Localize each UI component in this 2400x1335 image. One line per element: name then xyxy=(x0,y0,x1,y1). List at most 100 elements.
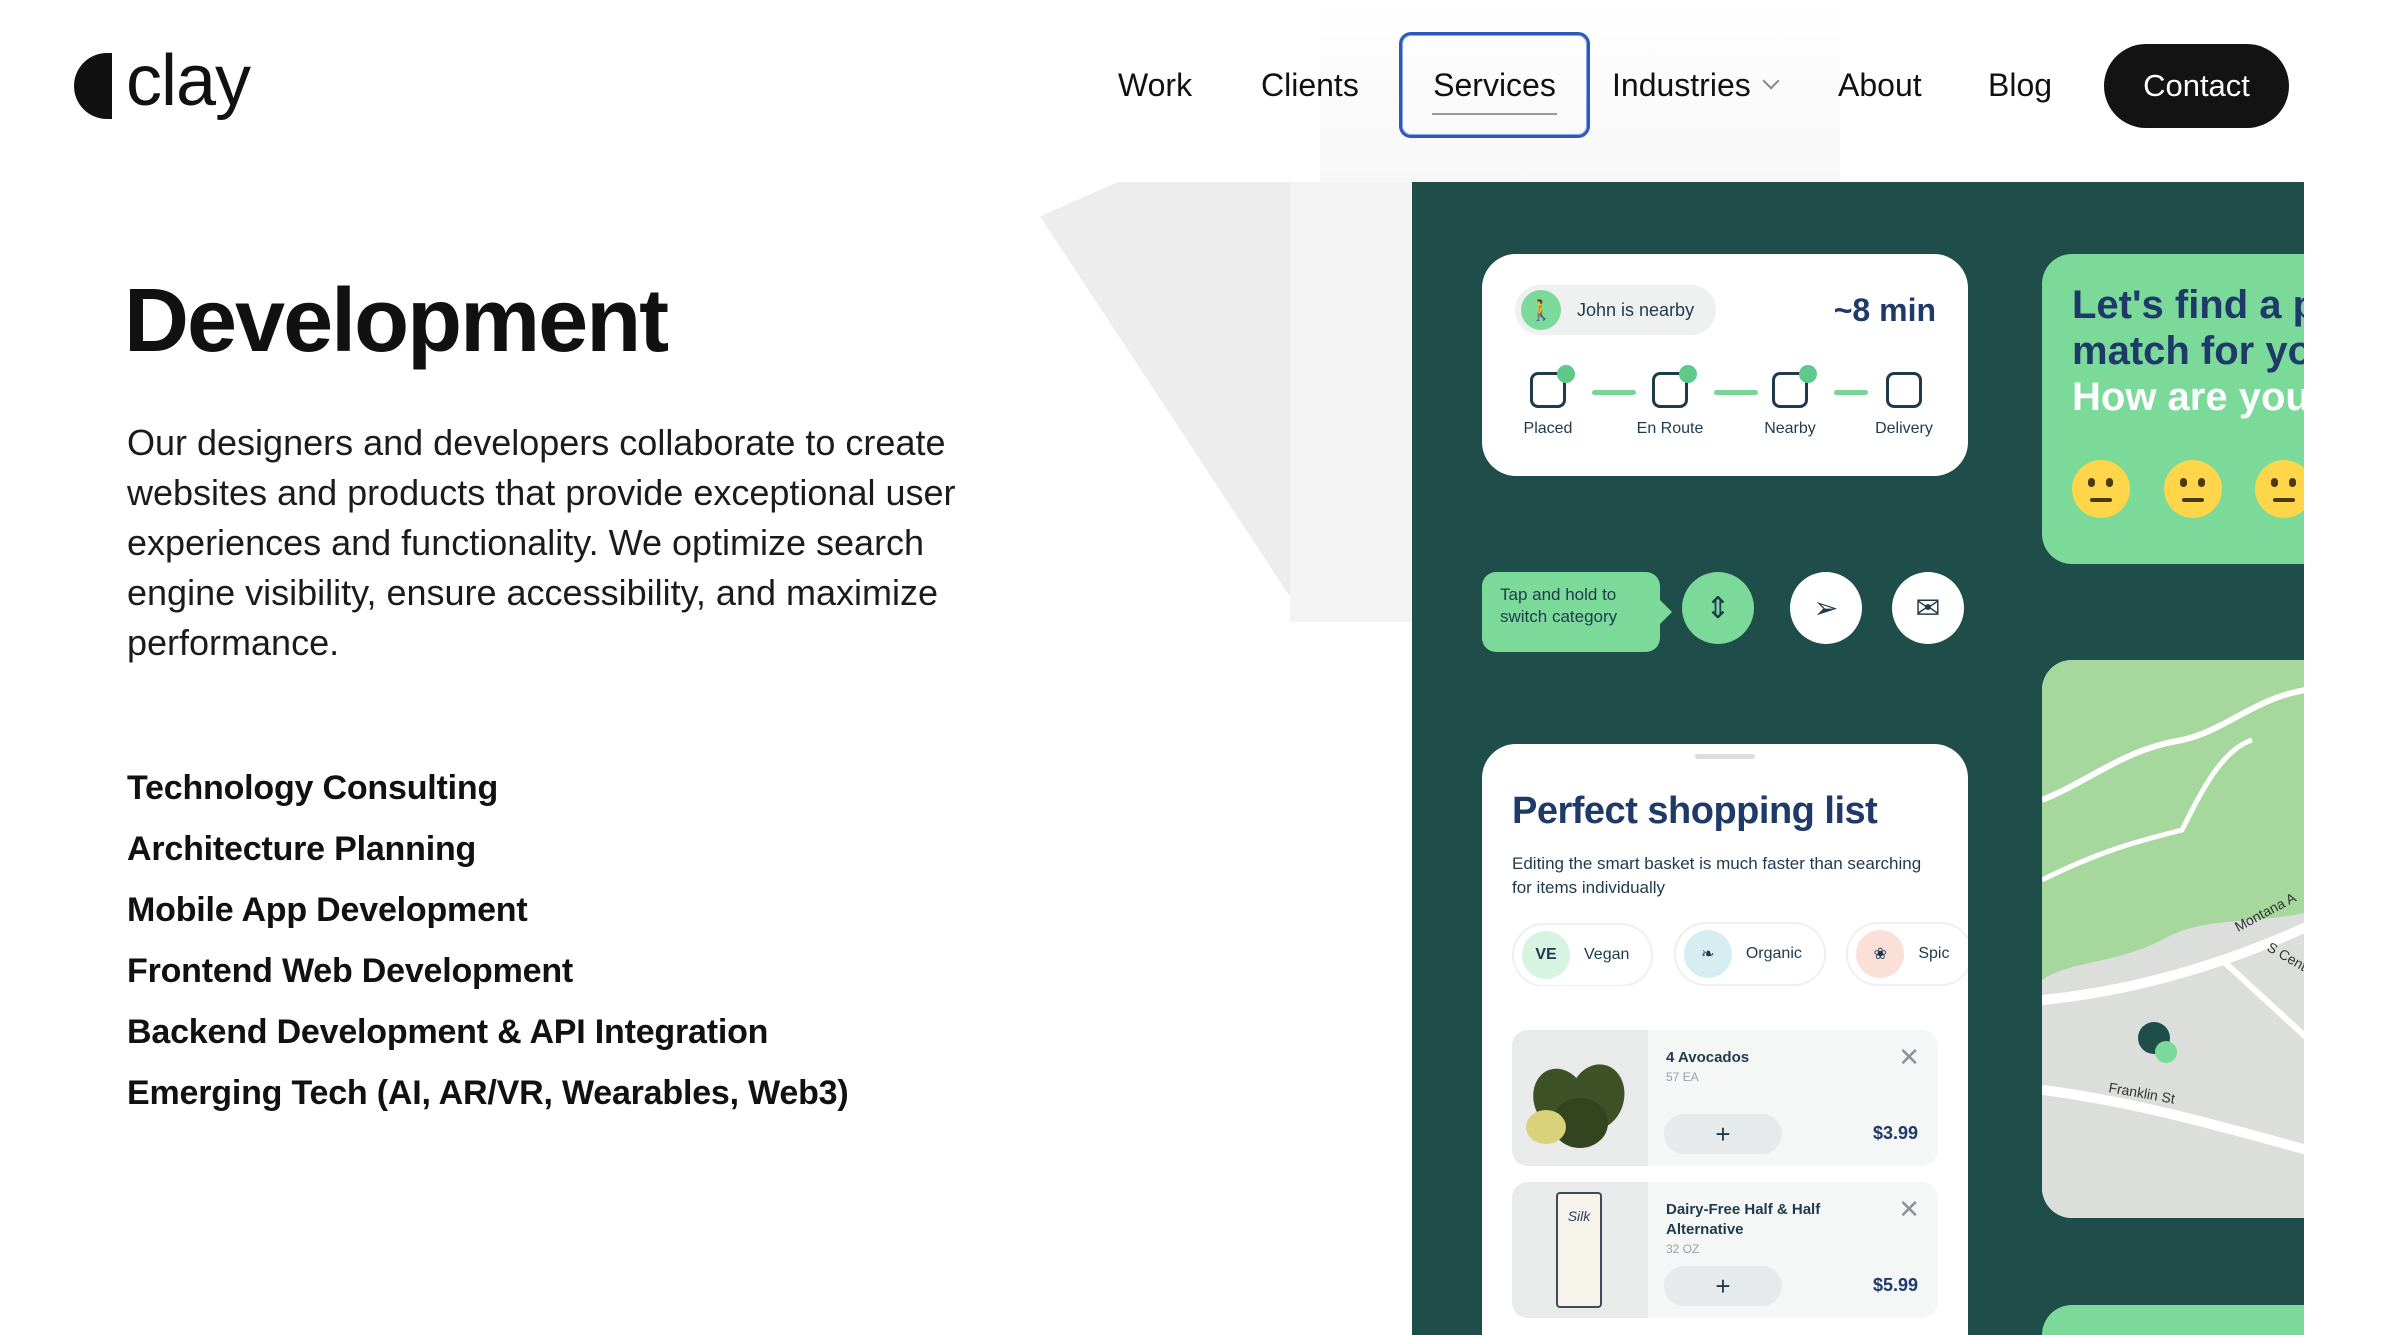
nav-about[interactable]: About xyxy=(1838,32,1922,138)
next-card-preview xyxy=(2042,1305,2304,1335)
step-delivery: Delivery xyxy=(1854,372,1954,438)
item-qty: 57 EA xyxy=(1666,1070,1699,1084)
item-name: 4 Avocados xyxy=(1666,1049,1750,1066)
active-underline xyxy=(1432,113,1557,115)
face-eye xyxy=(2180,478,2187,487)
bicycle-icon xyxy=(1652,365,1697,408)
face-eye xyxy=(2271,478,2278,487)
face-mouth xyxy=(2182,498,2204,502)
face-eye xyxy=(2088,478,2095,487)
cart-icon xyxy=(1530,365,1575,408)
nav-industries-label: Industries xyxy=(1612,66,1751,103)
nav-clients[interactable]: Clients xyxy=(1261,32,1359,138)
check-icon xyxy=(1557,365,1575,383)
step-placed: Placed xyxy=(1498,365,1598,438)
sad-face-icon xyxy=(2164,460,2222,518)
nav-work[interactable]: Work xyxy=(1118,32,1192,138)
decorative-shape xyxy=(1290,182,1420,622)
vegan-icon: VE xyxy=(1522,931,1570,979)
chip-label: Spic xyxy=(1918,945,1950,962)
walking-person-icon: 🚶 xyxy=(1521,290,1561,330)
category-tip: Tap and hold to switch category xyxy=(1482,572,1672,652)
chili-icon: ❀ xyxy=(1856,930,1905,978)
chat-icon: ✉ xyxy=(1892,572,1964,644)
step-label: Nearby xyxy=(1764,420,1816,437)
showcase-image: 🚶 John is nearby ~8 min Placed En Route … xyxy=(1412,182,2304,1335)
walking-person-icon xyxy=(1772,365,1817,408)
item-qty: 32 OZ xyxy=(1666,1242,1700,1256)
step-label: En Route xyxy=(1636,420,1704,437)
category-chips: VE Vegan ❧ Organic ❀ Spic xyxy=(1512,922,1968,986)
mood-line: match for yo xyxy=(2072,329,2304,373)
avocado-half-shape xyxy=(1526,1110,1566,1144)
chip-organic: ❧ Organic xyxy=(1673,922,1826,986)
shopping-title: Perfect shopping list xyxy=(1512,790,1878,832)
close-icon: ✕ xyxy=(1898,1194,1920,1224)
mood-title: Let's find a p match for yo How are you xyxy=(2072,282,2304,420)
mood-line: Let's find a p xyxy=(2072,283,2304,327)
plus-icon: + xyxy=(1664,1266,1782,1306)
nav-blog[interactable]: Blog xyxy=(1988,32,2052,138)
shopping-list-card: Perfect shopping list Editing the smart … xyxy=(1482,744,1968,1335)
map-card: Montana A S Cent Franklin St xyxy=(2042,660,2304,1218)
eta-text: ~8 min xyxy=(1833,292,1936,328)
face-eye xyxy=(2289,478,2296,487)
page-description: Our designers and developers collaborate… xyxy=(127,422,956,663)
face-eye xyxy=(2198,478,2205,487)
neutral-face-icon xyxy=(2255,460,2304,518)
courier-status-pill: 🚶 John is nearby xyxy=(1515,285,1717,335)
face-eye xyxy=(2106,478,2113,487)
service-item: Backend Development & API Integration xyxy=(127,1013,769,1051)
crying-face-icon xyxy=(2072,460,2130,518)
step-label: Delivery xyxy=(1875,420,1933,437)
chip-label: Vegan xyxy=(1584,946,1630,963)
service-item: Architecture Planning xyxy=(127,830,477,868)
leaf-icon: ❧ xyxy=(1683,930,1732,978)
mood-card: Let's find a p match for yo How are you xyxy=(2042,254,2304,564)
nav-services[interactable]: Services xyxy=(1399,32,1590,138)
mood-question: How are you xyxy=(2072,375,2304,419)
page-title: Development xyxy=(124,271,669,371)
courier-status-text: John is nearby xyxy=(1577,299,1695,320)
step-nearby: Nearby xyxy=(1740,365,1840,438)
logo-wordmark: clay xyxy=(126,41,251,121)
service-item: Emerging Tech (AI, AR/VR, Wearables, Web… xyxy=(127,1074,849,1112)
contact-button[interactable]: Contact xyxy=(2104,44,2289,128)
sheet-handle xyxy=(1695,754,1755,759)
delivery-tracking-card: 🚶 John is nearby ~8 min Placed En Route … xyxy=(1482,254,1968,476)
item-price: $5.99 xyxy=(1872,1275,1918,1295)
map-illustration: Montana A S Cent Franklin St xyxy=(2042,660,2304,1218)
decorative-shape xyxy=(1040,182,1300,612)
check-icon xyxy=(1679,365,1697,383)
face-mouth xyxy=(2090,498,2112,502)
sort-arrows-icon: ⇕ xyxy=(1682,572,1754,644)
navigation-arrow-icon: ➢ xyxy=(1790,572,1862,644)
milk-carton: Silk xyxy=(1556,1192,1602,1308)
service-item: Technology Consulting xyxy=(127,769,499,807)
shopping-subtitle: Editing the smart basket is much faster … xyxy=(1512,854,1922,897)
nav-industries[interactable]: Industries xyxy=(1612,32,1780,138)
half-circle-logo-icon xyxy=(74,53,112,119)
delivery-steps: Placed En Route Nearby Delivery xyxy=(1504,365,1946,452)
chevron-down-icon xyxy=(1762,72,1780,90)
main-navigation: Work Clients Services Industries About B… xyxy=(1100,32,2400,138)
list-item: 4 Avocados 57 EA ✕ + $3.99 xyxy=(1512,1030,1938,1166)
plus-icon: + xyxy=(1664,1114,1782,1154)
shopping-bag-icon xyxy=(1886,372,1922,408)
step-en-route: En Route xyxy=(1620,365,1720,438)
list-item: Silk Dairy-Free Half & Half Alternative … xyxy=(1512,1182,1938,1318)
item-name: Dairy-Free Half & Half Alternative xyxy=(1666,1201,1821,1238)
chip-label: Organic xyxy=(1745,945,1802,962)
check-icon xyxy=(1799,365,1817,383)
close-icon: ✕ xyxy=(1898,1042,1920,1072)
item-price: $3.99 xyxy=(1872,1123,1918,1143)
chip-spicy: ❀ Spic xyxy=(1846,922,1968,986)
nav-services-label: Services xyxy=(1433,66,1556,103)
chip-vegan: VE Vegan xyxy=(1512,923,1654,986)
milk-carton-image: Silk xyxy=(1512,1182,1648,1318)
avocado-image xyxy=(1512,1030,1648,1166)
clay-logo[interactable]: clay xyxy=(74,45,251,122)
step-label: Placed xyxy=(1523,420,1573,437)
face-mouth xyxy=(2273,498,2295,502)
service-item: Frontend Web Development xyxy=(127,952,574,990)
